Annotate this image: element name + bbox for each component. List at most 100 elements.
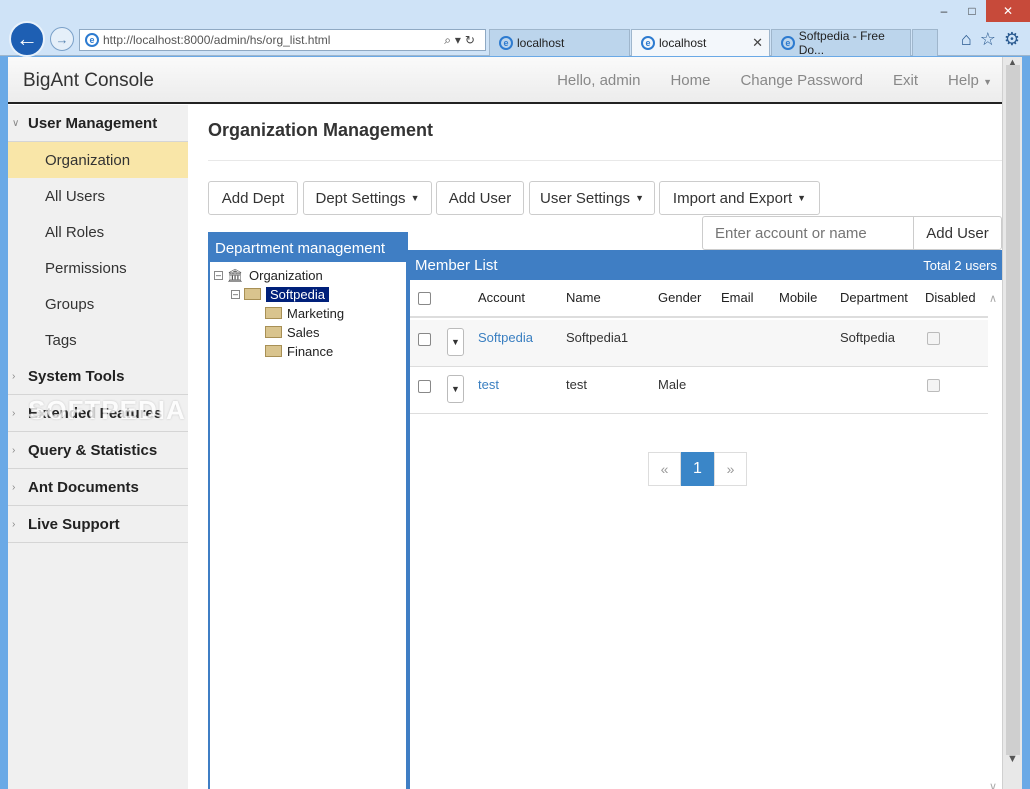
page-scrollbar[interactable]: ▲ ▼ (1002, 57, 1022, 789)
dept-settings-button[interactable]: Dept Settings ▼ (303, 181, 432, 215)
scroll-up-icon[interactable]: ∧ (989, 292, 997, 305)
select-all-checkbox[interactable] (418, 292, 431, 305)
column-header-mobile[interactable]: Mobile (779, 290, 817, 305)
collapse-icon[interactable]: – (231, 289, 240, 299)
search-refresh-icon[interactable]: ⌕▾↻ (444, 33, 479, 48)
sidebar-section-ant-documents[interactable]: › Ant Documents (8, 469, 188, 506)
sidebar-item-organization[interactable]: Organization (8, 142, 188, 178)
close-icon[interactable]: ✕ (986, 0, 1030, 22)
maximize-icon[interactable]: □ (958, 0, 986, 22)
button-label: User Settings (540, 189, 631, 207)
section-label: User Management (28, 114, 158, 132)
section-label: Live Support (28, 515, 120, 533)
name-cell: Softpedia1 (566, 330, 629, 345)
pager-next-button[interactable]: » (714, 452, 747, 486)
tab-softpedia[interactable]: e Softpedia - Free Do... (771, 29, 911, 57)
tree-node-label: Marketing (287, 305, 345, 321)
disabled-checkbox[interactable] (927, 379, 940, 392)
tab-label: localhost (517, 36, 565, 50)
sidebar-item-permissions[interactable]: Permissions (8, 250, 188, 286)
scroll-down-icon[interactable]: ∨ (989, 780, 997, 789)
table-scrollbar[interactable]: ∧ ∨ (986, 280, 1002, 789)
pager-prev-button[interactable]: « (648, 452, 681, 486)
sidebar-item-tags[interactable]: Tags (8, 322, 188, 358)
disabled-checkbox[interactable] (927, 332, 940, 345)
user-settings-button[interactable]: User Settings ▼ (529, 181, 655, 215)
folder-icon (244, 288, 261, 300)
ie-icon: e (641, 36, 655, 50)
column-header-name[interactable]: Name (566, 290, 601, 305)
scrollbar-thumb[interactable] (1006, 65, 1020, 755)
web-page: BigAnt Console Hello, admin Home Change … (8, 57, 1002, 789)
browser-toolbar: – □ ✕ ← → e http://localhost:8000/admin/… (0, 0, 1030, 57)
help-label: Help (948, 72, 979, 89)
sidebar-section-live-support[interactable]: › Live Support (8, 506, 188, 543)
back-icon[interactable]: ← (9, 21, 45, 57)
tab-localhost-1[interactable]: e localhost (489, 29, 630, 56)
address-bar[interactable]: e http://localhost:8000/admin/hs/org_lis… (79, 29, 486, 51)
forward-icon[interactable]: → (50, 27, 74, 51)
search-input[interactable] (702, 216, 914, 250)
add-dept-button[interactable]: Add Dept (208, 181, 298, 215)
chevron-right-icon: › (12, 407, 16, 419)
table-row: ▼ test test Male (410, 367, 988, 414)
home-icon[interactable]: ⌂ (961, 29, 972, 50)
tree-node-finance[interactable]: Finance (265, 342, 333, 360)
row-checkbox[interactable] (418, 380, 431, 393)
button-label: Dept Settings (315, 189, 406, 207)
sidebar-item-all-roles[interactable]: All Roles (8, 214, 188, 250)
column-header-gender[interactable]: Gender (658, 290, 701, 305)
column-header-email[interactable]: Email (721, 290, 754, 305)
table-row: ▼ Softpedia Softpedia1 Softpedia (410, 320, 988, 367)
sidebar-section-system-tools[interactable]: › System Tools (8, 358, 188, 395)
row-actions-dropdown[interactable]: ▼ (447, 328, 464, 356)
member-panel: Member List Total 2 users Account Name G… (408, 250, 1002, 789)
home-link[interactable]: Home (670, 72, 710, 89)
settings-gear-icon[interactable]: ⚙ (1004, 29, 1020, 50)
brand-title[interactable]: BigAnt Console (23, 70, 154, 92)
sidebar-item-all-users[interactable]: All Users (8, 178, 188, 214)
import-export-button[interactable]: Import and Export ▼ (659, 181, 820, 215)
chevron-right-icon: › (12, 518, 16, 530)
favorites-star-icon[interactable]: ☆ (980, 29, 996, 50)
sidebar-section-user-management[interactable]: ∨ User Management (8, 105, 188, 142)
pager-page-button[interactable]: 1 (681, 452, 714, 486)
column-header-account[interactable]: Account (478, 290, 525, 305)
url-text[interactable]: http://localhost:8000/admin/hs/org_list.… (103, 33, 444, 47)
tab-localhost-2[interactable]: e localhost ✕ (631, 29, 770, 56)
row-checkbox[interactable] (418, 333, 431, 346)
account-link[interactable]: Softpedia (478, 330, 533, 345)
tree-node-softpedia[interactable]: – Softpedia (231, 285, 329, 303)
sidebar-section-extended-features[interactable]: › Extended Features (8, 395, 188, 432)
scroll-down-icon[interactable]: ▼ (1007, 753, 1018, 765)
sidebar-section-query-statistics[interactable]: › Query & Statistics (8, 432, 188, 469)
exit-link[interactable]: Exit (893, 72, 918, 89)
caret-down-icon: ▼ (797, 193, 807, 203)
help-dropdown[interactable]: Help ▼ (948, 72, 992, 89)
tree-node-sales[interactable]: Sales (265, 323, 320, 341)
tab-close-icon[interactable]: ✕ (752, 35, 763, 51)
column-header-department[interactable]: Department (840, 290, 908, 305)
collapse-icon[interactable]: – (214, 270, 223, 280)
tab-label: Softpedia - Free Do... (798, 29, 885, 57)
tree-node-label: Softpedia (266, 286, 329, 302)
change-password-link[interactable]: Change Password (740, 72, 863, 89)
sidebar-item-groups[interactable]: Groups (8, 286, 188, 322)
column-header-disabled[interactable]: Disabled (925, 290, 976, 305)
section-label: Ant Documents (28, 478, 139, 496)
greeting-link[interactable]: Hello, admin (557, 72, 640, 89)
caret-down-icon: ▼ (983, 77, 992, 87)
tree-node-root[interactable]: – 🏛 Organization (214, 266, 323, 284)
window-frame (1022, 57, 1030, 789)
member-panel-title: Member List (415, 256, 498, 274)
new-tab-button[interactable] (912, 29, 938, 56)
row-actions-dropdown[interactable]: ▼ (447, 375, 464, 403)
section-label: System Tools (28, 367, 125, 385)
search-add-user-button[interactable]: Add User (914, 216, 1002, 250)
add-user-button[interactable]: Add User (436, 181, 524, 215)
account-link[interactable]: test (478, 377, 499, 392)
divider (208, 160, 1002, 161)
section-label: Query & Statistics (28, 441, 158, 459)
tree-node-marketing[interactable]: Marketing (265, 304, 344, 322)
minimize-icon[interactable]: – (930, 0, 958, 22)
